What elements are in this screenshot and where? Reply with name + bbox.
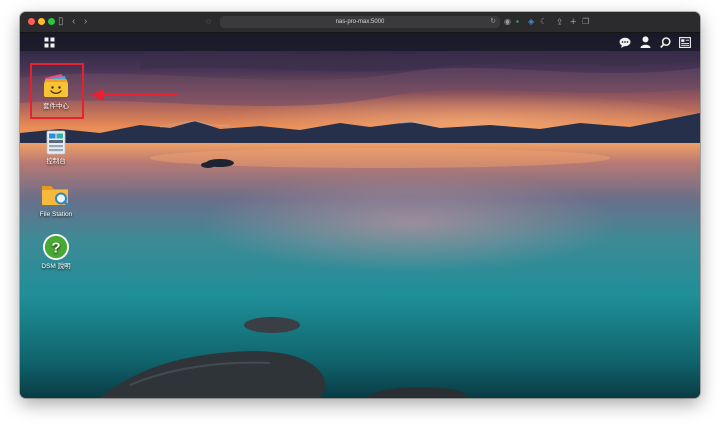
browser-toolbar: ▯ ‹ › ◌ nas-pro-max:5000 ↻ ◉ ▪ ◈ ☾ ⇪ + ❐: [20, 12, 700, 33]
pointer-arrow-icon: [90, 89, 178, 101]
share-icon[interactable]: ⇪: [556, 15, 564, 29]
new-tab-icon[interactable]: +: [570, 15, 576, 29]
control-panel-shortcut[interactable]: 控制台: [26, 130, 86, 166]
back-arrow-icon[interactable]: ‹: [72, 15, 75, 29]
widgets-icon[interactable]: [678, 35, 692, 49]
folder-search-icon: [42, 186, 71, 208]
tab-overview-icon[interactable]: ❐: [582, 15, 589, 29]
file-station-shortcut[interactable]: File Station: [26, 181, 86, 219]
zoom-window-button[interactable]: [48, 18, 55, 25]
forward-arrow-icon[interactable]: ›: [84, 15, 87, 29]
dsm-desktop[interactable]: 套件中心 控制台 File Station ? DSM 說明: [20, 33, 700, 398]
address-bar[interactable]: nas-pro-max:5000 ↻: [220, 16, 500, 28]
help-icon: ?: [43, 234, 69, 260]
chat-icon[interactable]: [618, 35, 632, 49]
user-icon[interactable]: [638, 35, 652, 49]
desktop-item-label: File Station: [39, 211, 73, 218]
password-icon[interactable]: ◈: [528, 15, 534, 29]
shield-icon[interactable]: ◌: [206, 15, 211, 29]
close-window-button[interactable]: [28, 18, 35, 25]
reload-icon[interactable]: ↻: [490, 16, 496, 28]
browser-window: ▯ ‹ › ◌ nas-pro-max:5000 ↻ ◉ ▪ ◈ ☾ ⇪ + ❐: [20, 12, 700, 398]
dsm-taskbar: [20, 33, 700, 51]
desktop-item-label: DSM 說明: [41, 263, 71, 270]
search-icon[interactable]: [658, 35, 672, 49]
svg-text:?: ?: [51, 240, 60, 257]
sidebar-toggle-icon[interactable]: ▯: [58, 15, 64, 29]
package-center-highlight-box: [30, 63, 84, 119]
desktop-item-label: 控制台: [46, 158, 66, 165]
control-panel-icon: [46, 130, 66, 155]
grid-icon[interactable]: [42, 35, 56, 49]
address-url: nas-pro-max:5000: [335, 19, 385, 25]
moon-icon[interactable]: ☾: [540, 15, 547, 29]
extension-icon[interactable]: ▪: [516, 15, 519, 29]
minimize-window-button[interactable]: [38, 18, 45, 25]
download-icon[interactable]: ◉: [504, 15, 511, 29]
dsm-help-shortcut[interactable]: ? DSM 說明: [26, 233, 86, 271]
